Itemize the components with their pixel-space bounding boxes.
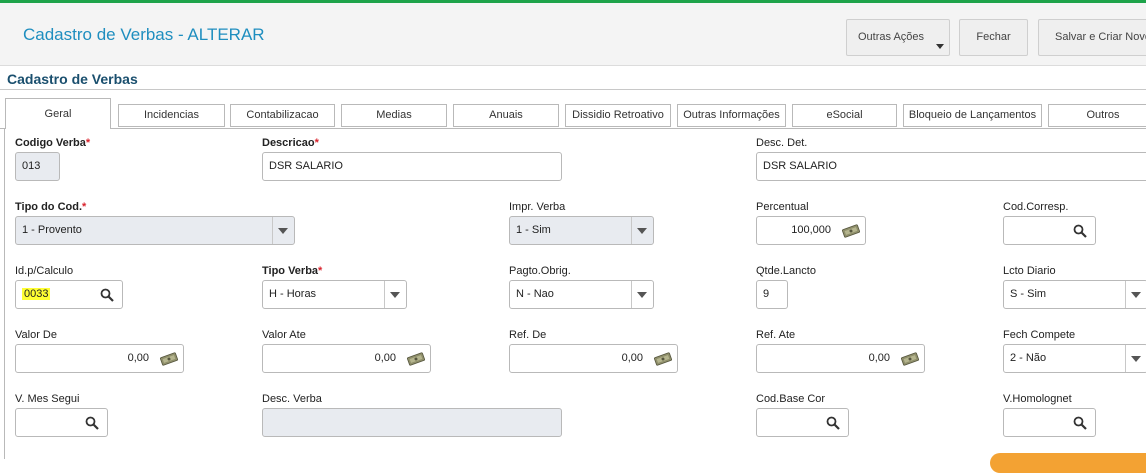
qtde-lancto-input[interactable]: 9 xyxy=(756,280,788,309)
ref-de-label: Ref. De xyxy=(509,329,547,341)
tab-contabilizacao[interactable]: Contabilizacao xyxy=(230,104,335,127)
v-mes-segui-label: V. Mes Segui xyxy=(15,393,80,405)
money-icon[interactable] xyxy=(841,224,861,238)
dropdown-arrow-icon xyxy=(278,228,288,234)
qtde-lancto-label: Qtde.Lancto xyxy=(756,265,816,277)
page-title: Cadastro de Verbas - ALTERAR xyxy=(23,25,265,44)
fech-compete-select[interactable]: 2 - Não xyxy=(1003,344,1146,373)
money-icon[interactable] xyxy=(406,352,426,366)
money-icon[interactable] xyxy=(653,352,673,366)
search-icon[interactable] xyxy=(1073,224,1087,238)
valor-ate-label: Valor Ate xyxy=(262,329,306,341)
dropdown-arrow-icon xyxy=(637,228,647,234)
impr-verba-label: Impr. Verba xyxy=(509,201,566,213)
search-icon[interactable] xyxy=(85,416,99,430)
valor-ate-input[interactable]: 0,00 xyxy=(262,344,431,373)
tab-incidencias[interactable]: Incidencias xyxy=(118,104,225,127)
cod-corresp-label: Cod.Corresp. xyxy=(1003,201,1069,213)
page-header: Cadastro de Verbas - ALTERAR Outras Açõe… xyxy=(0,3,1146,66)
id-calculo-input[interactable]: 0033 xyxy=(15,280,123,309)
money-icon[interactable] xyxy=(900,352,920,366)
percentual-input[interactable]: 100,000 xyxy=(756,216,866,245)
percentual-label: Percentual xyxy=(756,201,809,213)
outras-acoes-label: Outras Ações xyxy=(858,31,925,43)
impr-verba-select[interactable]: 1 - Sim xyxy=(509,216,654,245)
search-icon[interactable] xyxy=(100,288,114,302)
tab-dissidio-retroativo[interactable]: Dissidio Retroativo xyxy=(565,104,671,127)
tab-outras-informacoes[interactable]: Outras Informações xyxy=(677,104,786,127)
desc-verba-field xyxy=(262,408,562,437)
dropdown-arrow-icon xyxy=(1131,356,1141,362)
tab-bloqueio-lancamentos[interactable]: Bloqueio de Lançamentos xyxy=(903,104,1042,127)
valor-de-label: Valor De xyxy=(15,329,57,341)
salvar-criar-novo-button[interactable]: Salvar e Criar Novo xyxy=(1038,19,1146,56)
desc-verba-label: Desc. Verba xyxy=(262,393,322,405)
form-border xyxy=(4,129,5,459)
ref-ate-input[interactable]: 0,00 xyxy=(756,344,925,373)
v-homolognet-input[interactable] xyxy=(1003,408,1096,437)
tipo-cod-label: Tipo do Cod.* xyxy=(15,201,87,213)
pagto-obrig-label: Pagto.Obrig. xyxy=(509,265,571,277)
cod-corresp-input[interactable] xyxy=(1003,216,1096,245)
fechar-button[interactable]: Fechar xyxy=(959,19,1028,56)
outras-acoes-button[interactable]: Outras Ações xyxy=(846,19,950,56)
tipo-verba-label: Tipo Verba* xyxy=(262,265,323,277)
tipo-verba-select[interactable]: H - Horas xyxy=(262,280,407,309)
floating-action-button[interactable] xyxy=(990,453,1146,473)
pagto-obrig-select[interactable]: N - Nao xyxy=(509,280,654,309)
search-icon[interactable] xyxy=(826,416,840,430)
ref-ate-label: Ref. Ate xyxy=(756,329,796,341)
tipo-cod-select[interactable]: 1 - Provento xyxy=(15,216,295,245)
descricao-input[interactable]: DSR SALARIO xyxy=(262,152,562,181)
lcto-diario-label: Lcto Diario xyxy=(1003,265,1056,277)
codigo-verba-field: 013 xyxy=(15,152,60,181)
ref-de-input[interactable]: 0,00 xyxy=(509,344,678,373)
desc-det-label: Desc. Det. xyxy=(756,137,808,149)
tab-medias[interactable]: Medias xyxy=(341,104,447,127)
v-mes-segui-input[interactable] xyxy=(15,408,108,437)
cod-base-cor-label: Cod.Base Cor xyxy=(756,393,826,405)
lcto-diario-select[interactable]: S - Sim xyxy=(1003,280,1146,309)
chevron-down-icon xyxy=(936,44,944,49)
tab-anuais[interactable]: Anuais xyxy=(453,104,559,127)
dropdown-arrow-icon xyxy=(1131,292,1141,298)
id-calculo-label: Id.p/Calculo xyxy=(15,265,74,277)
money-icon[interactable] xyxy=(159,352,179,366)
codigo-verba-label: Codigo Verba* xyxy=(15,137,91,149)
valor-de-input[interactable]: 0,00 xyxy=(15,344,184,373)
descricao-label: Descricao* xyxy=(262,137,319,149)
tab-geral[interactable]: Geral xyxy=(5,98,111,129)
v-homolognet-label: V.Homolognet xyxy=(1003,393,1072,405)
fech-compete-label: Fech Compete xyxy=(1003,329,1076,341)
tab-bar: Geral Incidencias Contabilizacao Medias … xyxy=(0,98,1146,129)
search-icon[interactable] xyxy=(1073,416,1087,430)
tab-divider xyxy=(0,128,1146,129)
dropdown-arrow-icon xyxy=(637,292,647,298)
dropdown-arrow-icon xyxy=(390,292,400,298)
cod-base-cor-input[interactable] xyxy=(756,408,849,437)
tab-esocial[interactable]: eSocial xyxy=(792,104,897,127)
section-title: Cadastro de Verbas xyxy=(7,71,138,87)
tab-outros[interactable]: Outros xyxy=(1048,104,1146,127)
desc-det-input[interactable]: DSR SALARIO xyxy=(756,152,1146,181)
section-divider xyxy=(0,89,1146,90)
